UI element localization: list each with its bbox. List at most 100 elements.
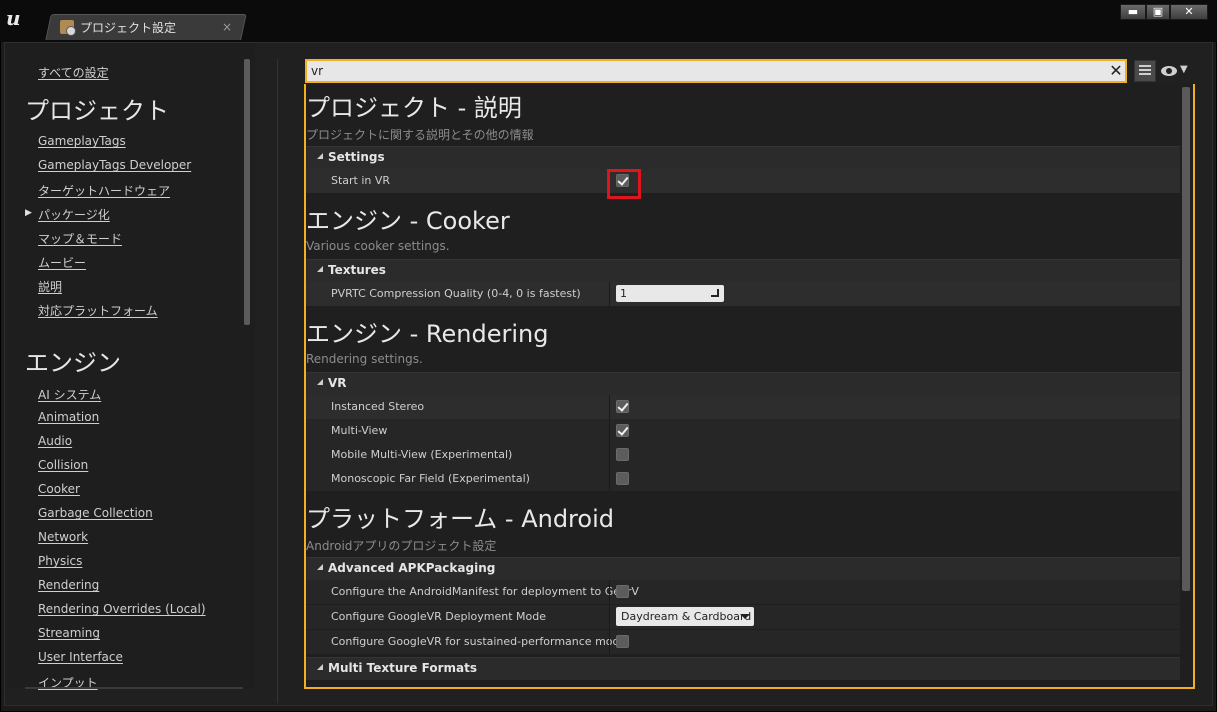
sidebar-bottom-divider — [25, 687, 243, 689]
dropdown-arrow-icon — [740, 614, 750, 619]
settings-icon — [60, 20, 76, 36]
main-panel: すべての設定 プロジェクト GameplayTags GameplayTags … — [4, 42, 1213, 706]
mobile-multi-view-checkbox[interactable] — [616, 448, 629, 461]
sidebar-link-all-settings[interactable]: すべての設定 — [38, 64, 109, 81]
setting-label: Instanced Stereo — [331, 400, 425, 413]
category-advanced-apk-packaging[interactable]: Advanced APKPackaging — [306, 557, 1180, 580]
sidebar-item-animation[interactable]: Animation — [38, 410, 99, 424]
category-multi-texture-formats[interactable]: Multi Texture Formats — [306, 657, 1180, 680]
column-separator — [609, 580, 610, 604]
tab-close-button[interactable]: × — [222, 20, 232, 34]
minimize-button[interactable]: ▬ — [1120, 4, 1146, 20]
column-separator — [609, 419, 610, 443]
sidebar-item-supported-platforms[interactable]: 対応プラットフォーム — [38, 302, 158, 319]
sidebar-item-garbage-collection[interactable]: Garbage Collection — [38, 506, 153, 520]
tab-label: プロジェクト設定 — [80, 20, 177, 35]
column-separator — [609, 467, 610, 491]
section-desc-rendering: Rendering settings. — [306, 352, 423, 366]
category-vr[interactable]: VR — [306, 372, 1180, 395]
close-window-button[interactable]: ✕ — [1170, 4, 1208, 20]
setting-row-mobile-multi-view: Mobile Multi-View (Experimental) — [306, 443, 1180, 467]
category-label: VR — [328, 376, 347, 390]
dropdown-value: Daydream & Cardboard — [621, 610, 752, 623]
expand-arrow-icon[interactable]: ▶ — [25, 208, 32, 218]
sidebar-item-rendering-overrides[interactable]: Rendering Overrides (Local) — [38, 602, 206, 616]
sidebar-item-target-hardware[interactable]: ターゲットハードウェア — [38, 182, 170, 199]
sidebar-item-maps-modes[interactable]: マップ＆モード — [38, 230, 122, 247]
sidebar-item-rendering[interactable]: Rendering — [38, 578, 99, 592]
googlevr-deployment-mode-dropdown[interactable]: Daydream & Cardboard — [616, 607, 754, 626]
category-label: Multi Texture Formats — [328, 661, 477, 675]
setting-label: PVRTC Compression Quality (0-4, 0 is fas… — [331, 287, 581, 300]
sidebar-heading-engine: エンジン — [25, 349, 121, 377]
tab-project-settings[interactable]: プロジェクト設定 × — [54, 14, 240, 40]
section-desc-cooker: Various cooker settings. — [306, 239, 450, 253]
gearvr-manifest-checkbox[interactable] — [616, 585, 629, 598]
sidebar-item-packaging[interactable]: パッケージ化 — [38, 206, 110, 223]
highlight-annotation — [607, 169, 641, 199]
setting-row-start-in-vr: Start in VR — [306, 169, 1180, 193]
column-separator — [609, 395, 610, 419]
sidebar-item-gameplaytags[interactable]: GameplayTags — [38, 134, 126, 148]
setting-row-monoscopic-far-field: Monoscopic Far Field (Experimental) — [306, 467, 1180, 491]
sidebar-item-gameplaytags-developer[interactable]: GameplayTags Developer — [38, 158, 191, 172]
section-title-project: プロジェクト - 説明 — [306, 94, 522, 122]
sidebar-divider — [277, 59, 278, 703]
setting-label: Configure the AndroidManifest for deploy… — [331, 585, 639, 598]
eye-icon — [1161, 66, 1177, 76]
sidebar-item-streaming[interactable]: Streaming — [38, 626, 100, 640]
collapse-arrow-icon — [317, 564, 323, 570]
clear-search-icon[interactable]: ✕ — [1107, 61, 1125, 81]
section-desc-android: Androidアプリのプロジェクト設定 — [306, 539, 497, 553]
sidebar-scrollbar[interactable] — [244, 59, 250, 325]
collapse-arrow-icon — [317, 664, 323, 670]
sidebar-item-network[interactable]: Network — [38, 530, 88, 544]
sidebar-item-user-interface[interactable]: User Interface — [38, 650, 123, 664]
category-label: Settings — [328, 150, 385, 164]
search-input[interactable] — [311, 64, 1107, 78]
section-title-cooker: エンジン - Cooker — [306, 207, 510, 235]
chevron-down-icon: ▼ — [1180, 64, 1188, 75]
settings-details-panel: プロジェクト - 説明 プロジェクトに関する説明とその他の情報 Settings… — [304, 84, 1195, 689]
sidebar-item-movies[interactable]: ムービー — [38, 254, 86, 271]
setting-row-googlevr-deployment-mode: Configure GoogleVR Deployment Mode Daydr… — [306, 605, 1180, 629]
googlevr-sustained-performance-checkbox[interactable] — [616, 635, 629, 648]
collapse-arrow-icon — [317, 153, 323, 159]
section-title-android: プラットフォーム - Android — [306, 505, 614, 533]
collapse-arrow-icon — [317, 379, 323, 385]
setting-row-gearvr-manifest: Configure the AndroidManifest for deploy… — [306, 580, 1180, 604]
setting-label: Monoscopic Far Field (Experimental) — [331, 472, 530, 485]
settings-scrollbar[interactable] — [1182, 87, 1190, 591]
category-textures[interactable]: Textures — [306, 259, 1180, 282]
multi-view-checkbox[interactable] — [616, 424, 629, 437]
column-separator — [609, 443, 610, 467]
sidebar-item-cooker[interactable]: Cooker — [38, 482, 80, 496]
settings-sidebar: すべての設定 プロジェクト GameplayTags GameplayTags … — [5, 43, 255, 690]
sidebar-item-description[interactable]: 説明 — [38, 278, 62, 295]
sidebar-item-ai-system[interactable]: AI システム — [38, 386, 101, 403]
pvrtc-quality-input[interactable]: 1 — [616, 285, 724, 302]
sidebar-item-collision[interactable]: Collision — [38, 458, 88, 472]
title-bar: u プロジェクト設定 × ▬ ▣ ✕ — [0, 0, 1217, 42]
list-view-icon[interactable] — [1134, 60, 1156, 82]
instanced-stereo-checkbox[interactable] — [616, 400, 629, 413]
setting-row-googlevr-sustained-performance: Configure GoogleVR for sustained-perform… — [306, 630, 1180, 654]
setting-row-multi-view: Multi-View — [306, 419, 1180, 443]
setting-row-instanced-stereo: Instanced Stereo — [306, 395, 1180, 419]
sidebar-item-physics[interactable]: Physics — [38, 554, 82, 568]
category-settings[interactable]: Settings — [306, 146, 1180, 169]
category-label: Textures — [328, 263, 386, 277]
collapse-arrow-icon — [317, 266, 323, 272]
sidebar-item-audio[interactable]: Audio — [38, 434, 72, 448]
monoscopic-far-field-checkbox[interactable] — [616, 472, 629, 485]
setting-label: Configure GoogleVR Deployment Mode — [331, 610, 547, 623]
setting-label: Multi-View — [331, 424, 388, 437]
setting-row-pvrtc-quality: PVRTC Compression Quality (0-4, 0 is fas… — [306, 282, 1180, 306]
unreal-logo-icon: u — [6, 6, 21, 30]
column-separator — [609, 282, 610, 306]
view-options-button[interactable]: ▼ — [1161, 63, 1193, 81]
sidebar-heading-project: プロジェクト — [25, 97, 169, 125]
project-settings-window: u プロジェクト設定 × ▬ ▣ ✕ すべての設定 プロジェクト Gamepla… — [0, 0, 1217, 712]
column-separator — [609, 605, 610, 629]
maximize-button[interactable]: ▣ — [1146, 4, 1170, 20]
